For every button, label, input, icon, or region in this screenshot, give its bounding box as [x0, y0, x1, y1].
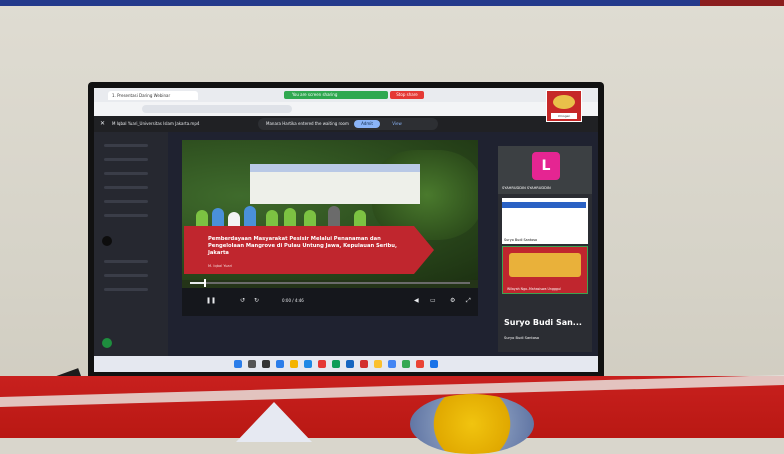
stop-share-button[interactable]: Stop share: [390, 91, 424, 99]
app-icon[interactable]: [318, 360, 326, 368]
windows-taskbar: [94, 356, 598, 372]
app-icon[interactable]: [332, 360, 340, 368]
settings-icon[interactable]: ⚙: [450, 298, 456, 304]
sidebar-action-button[interactable]: [102, 338, 112, 348]
chrome-icon[interactable]: [416, 360, 424, 368]
screen-share-banner: You are screen sharing: [284, 91, 388, 99]
presented-file-title: M Iqbal Yuari_Universitas Islam Jakarta.…: [112, 121, 200, 126]
participant-tile[interactable]: L SYAHRUDDIN SYAHRUDDIN: [498, 146, 592, 194]
event-banner-strip: [250, 164, 420, 172]
rewind-icon[interactable]: ↺: [240, 298, 246, 304]
tv-monitor: 1. Presentasi Daring Webinar You are scr…: [88, 82, 604, 380]
sidebar-item[interactable]: [104, 200, 148, 203]
video-controls: ❚❚ ↺ ↻ 0:00 / 4:46 ◀ ▭ ⚙ ⤢: [182, 288, 478, 316]
video-progress-bar[interactable]: [190, 279, 470, 287]
app-icon[interactable]: [360, 360, 368, 368]
chrome-icon[interactable]: [388, 360, 396, 368]
task-view-icon[interactable]: [262, 360, 270, 368]
left-sidebar: [94, 132, 168, 356]
video-author: M. Iqbal Yuari: [208, 264, 233, 268]
address-bar[interactable]: [142, 105, 292, 113]
pause-icon[interactable]: ❚❚: [206, 298, 216, 304]
participant-tile[interactable]: Wilayah Ngo..Mahasiswa Ungggul: [502, 246, 588, 294]
video-progress-knob[interactable]: [204, 279, 206, 287]
address-bar-row: [94, 102, 598, 116]
sidebar-item[interactable]: [104, 172, 148, 175]
close-icon[interactable]: ✕: [100, 121, 105, 127]
self-view-label: Umogen: [551, 113, 577, 119]
shared-slide-strip: [502, 202, 586, 208]
word-icon[interactable]: [346, 360, 354, 368]
sidebar-item[interactable]: [104, 214, 148, 217]
participant-name: Suryo Budi Santoso: [504, 238, 538, 242]
participants-panel: L SYAHRUDDIN SYAHRUDDIN Suryo Budi Santo…: [498, 146, 592, 352]
video-player[interactable]: Pemberdayaan Masyarakat Pesisir Melalui …: [182, 140, 478, 316]
participant-avatar: L: [532, 152, 560, 180]
pinned-participant-label: Suryo Budi Santoso: [504, 336, 540, 340]
participant-video: [509, 253, 581, 277]
sidebar-item[interactable]: [104, 186, 148, 189]
video-time: 0:00 / 4:46: [282, 298, 304, 303]
collapse-sidebar-button[interactable]: [102, 236, 112, 246]
sidebar-item[interactable]: [104, 288, 148, 291]
app-icon[interactable]: [430, 360, 438, 368]
participant-name: Wilayah Ngo..Mahasiswa Ungggul: [507, 287, 561, 291]
logo-badge: [553, 95, 575, 109]
view-button[interactable]: View: [386, 120, 408, 128]
app-icon[interactable]: [304, 360, 312, 368]
explorer-icon[interactable]: [290, 360, 298, 368]
top-red-strip: [700, 0, 784, 6]
participant-name: SYAHRUDDIN SYAHRUDDIN: [502, 186, 551, 190]
sidebar-item[interactable]: [104, 158, 148, 161]
tv-screen: 1. Presentasi Daring Webinar You are scr…: [94, 88, 598, 372]
video-title: Pemberdayaan Masyarakat Pesisir Melalui …: [208, 236, 397, 256]
admit-button[interactable]: Admit: [354, 120, 380, 128]
sidebar-item[interactable]: [104, 144, 148, 147]
waiting-room-notification: Manara Hartika entered the waiting room …: [258, 118, 438, 130]
start-icon[interactable]: [234, 360, 242, 368]
video-progress-fill: [190, 282, 204, 284]
sidebar-item[interactable]: [104, 274, 148, 277]
pinned-participant-name: Suryo Budi San...: [504, 318, 582, 327]
top-blue-strip: [0, 0, 784, 6]
volume-icon[interactable]: ◀: [414, 298, 420, 304]
app-icon[interactable]: [374, 360, 382, 368]
meet-top-bar: ✕ M Iqbal Yuari_Universitas Islam Jakart…: [94, 116, 598, 132]
self-view-thumbnail[interactable]: Umogen: [546, 90, 582, 122]
browser-tab[interactable]: 1. Presentasi Daring Webinar: [108, 91, 198, 100]
browser-tab-bar: 1. Presentasi Daring Webinar You are scr…: [94, 88, 598, 102]
captions-icon[interactable]: ▭: [430, 298, 436, 304]
sidebar-item[interactable]: [104, 260, 148, 263]
chrome-icon[interactable]: [402, 360, 410, 368]
notification-text: Manara Hartika entered the waiting room: [266, 121, 349, 126]
search-icon[interactable]: [248, 360, 256, 368]
forward-icon[interactable]: ↻: [254, 298, 260, 304]
fullscreen-icon[interactable]: ⤢: [466, 298, 472, 304]
app-icon[interactable]: [276, 360, 284, 368]
right-emblem: [410, 394, 534, 454]
